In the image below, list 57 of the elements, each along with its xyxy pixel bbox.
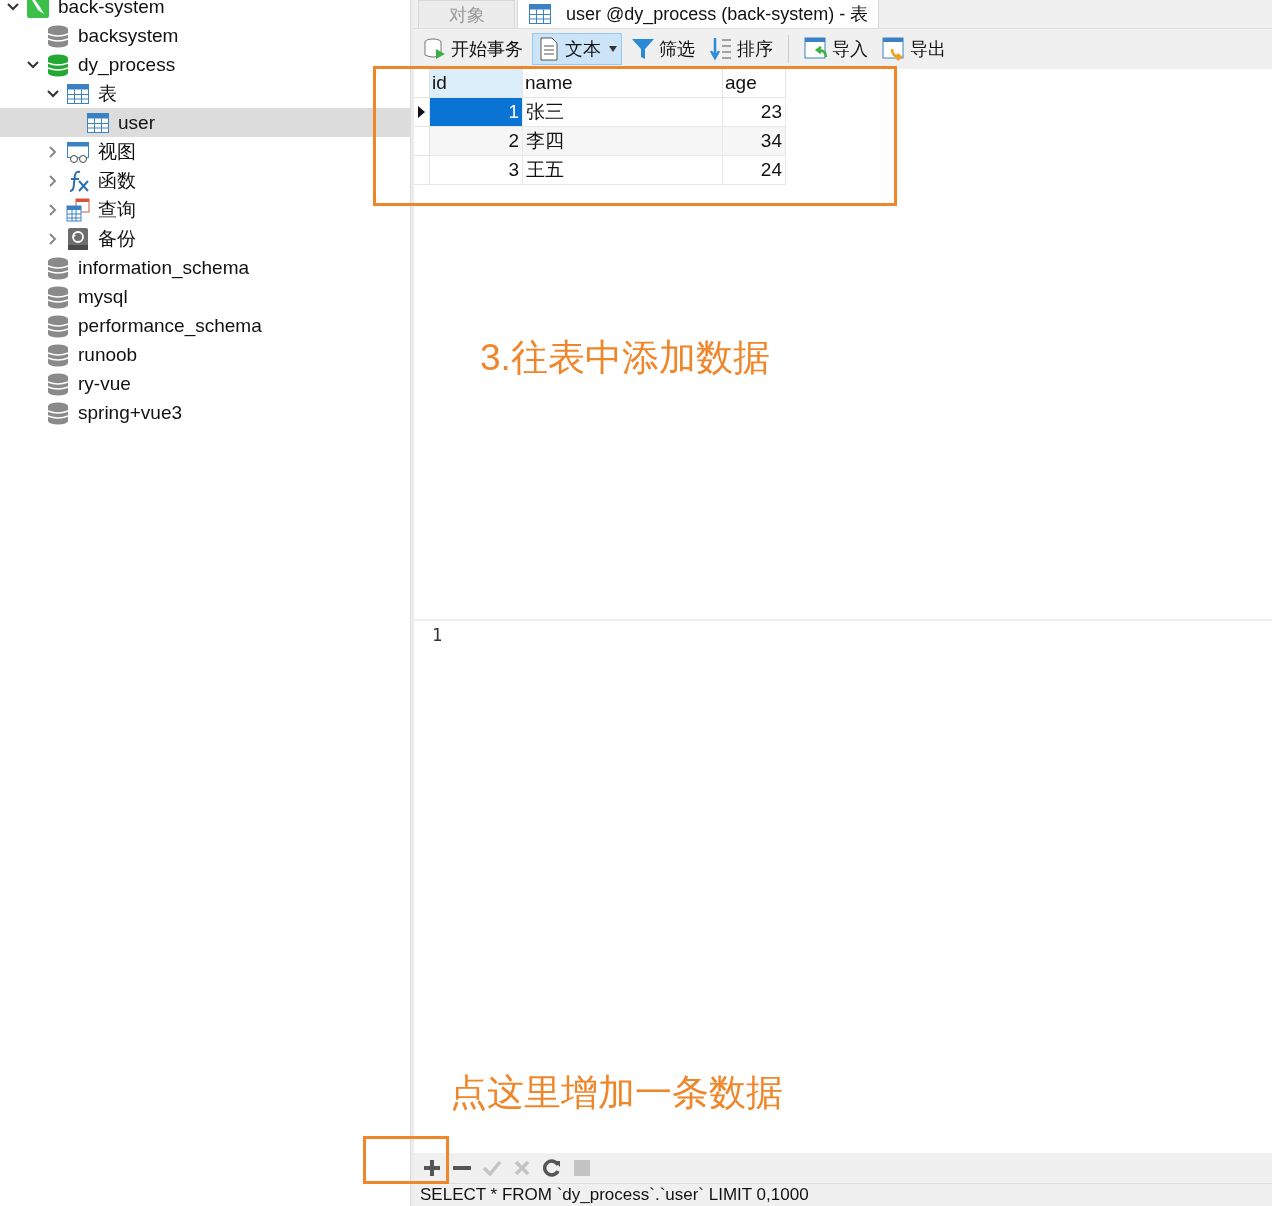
filter-icon [631, 37, 655, 61]
toolbar-button[interactable]: 导入 [799, 33, 873, 65]
tab[interactable]: user @dy_process (back-system) - 表 [517, 0, 880, 28]
close-icon [514, 1160, 530, 1176]
table-cell[interactable]: 3 [430, 156, 523, 185]
tree-item[interactable]: spring+vue3 [0, 398, 410, 427]
document-icon [537, 37, 561, 61]
table-icon [66, 81, 90, 106]
tree-item[interactable]: 表 [0, 79, 410, 108]
view-icon [66, 139, 90, 164]
minus-icon [452, 1165, 472, 1171]
column-header[interactable]: name [523, 69, 723, 98]
table-icon [528, 1, 552, 26]
table-icon [86, 110, 110, 135]
backup-icon [66, 226, 90, 251]
tree-item[interactable]: dy_process [0, 50, 410, 79]
toolbar-button[interactable]: 排序 [704, 33, 778, 65]
table-export-icon [882, 37, 906, 61]
table-cell[interactable]: 23 [723, 98, 786, 127]
table-cell[interactable]: 2 [430, 127, 523, 156]
table-cell[interactable]: 王五 [523, 156, 723, 185]
table-import-icon [804, 37, 828, 61]
database-play-icon [423, 37, 447, 61]
table-cell[interactable]: 24 [723, 156, 786, 185]
tree-item[interactable]: information_schema [0, 253, 410, 282]
plus-icon [422, 1158, 442, 1178]
check-icon [482, 1160, 502, 1176]
row-indicator[interactable] [414, 98, 430, 127]
tree-item[interactable]: mysql [0, 282, 410, 311]
query-icon [66, 197, 90, 222]
table-cell[interactable]: 1 [430, 98, 523, 127]
table-cell[interactable]: 李四 [523, 127, 723, 156]
tree-item[interactable]: 备份 [0, 224, 410, 253]
tree-item[interactable]: performance_schema [0, 311, 410, 340]
current-row-icon [418, 106, 425, 118]
annotation-text: 3.往表中添加数据 [480, 336, 770, 380]
tree-item[interactable]: runoob [0, 340, 410, 369]
tree-item[interactable]: 查询 [0, 195, 410, 224]
toolbar-button[interactable]: 导出 [877, 33, 951, 65]
sql-statement: SELECT * FROM `dy_process`.`user` LIMIT 0,1000 [414, 1183, 1272, 1206]
sort-icon [709, 37, 733, 61]
tree-item[interactable]: user [0, 108, 410, 137]
tree-item[interactable]: 视图 [0, 137, 410, 166]
tree-item[interactable]: 函数 [0, 166, 410, 195]
column-header[interactable]: age [723, 69, 786, 98]
tree-item[interactable]: backsystem [0, 21, 410, 50]
toolbar-button[interactable]: 文本 [532, 33, 622, 65]
table-cell[interactable]: 张三 [523, 98, 723, 127]
toolbar-button[interactable]: 筛选 [626, 33, 700, 65]
line-number: 1 [432, 625, 444, 645]
column-header[interactable]: id [430, 69, 523, 98]
stop-icon [574, 1160, 590, 1176]
refresh-icon [543, 1159, 561, 1177]
tree-item[interactable]: ry-vue [0, 369, 410, 398]
annotation-text: 点这里增加一条数据 [450, 1071, 783, 1115]
table-cell[interactable]: 34 [723, 127, 786, 156]
toolbar-button[interactable]: 开始事务 [418, 33, 528, 65]
